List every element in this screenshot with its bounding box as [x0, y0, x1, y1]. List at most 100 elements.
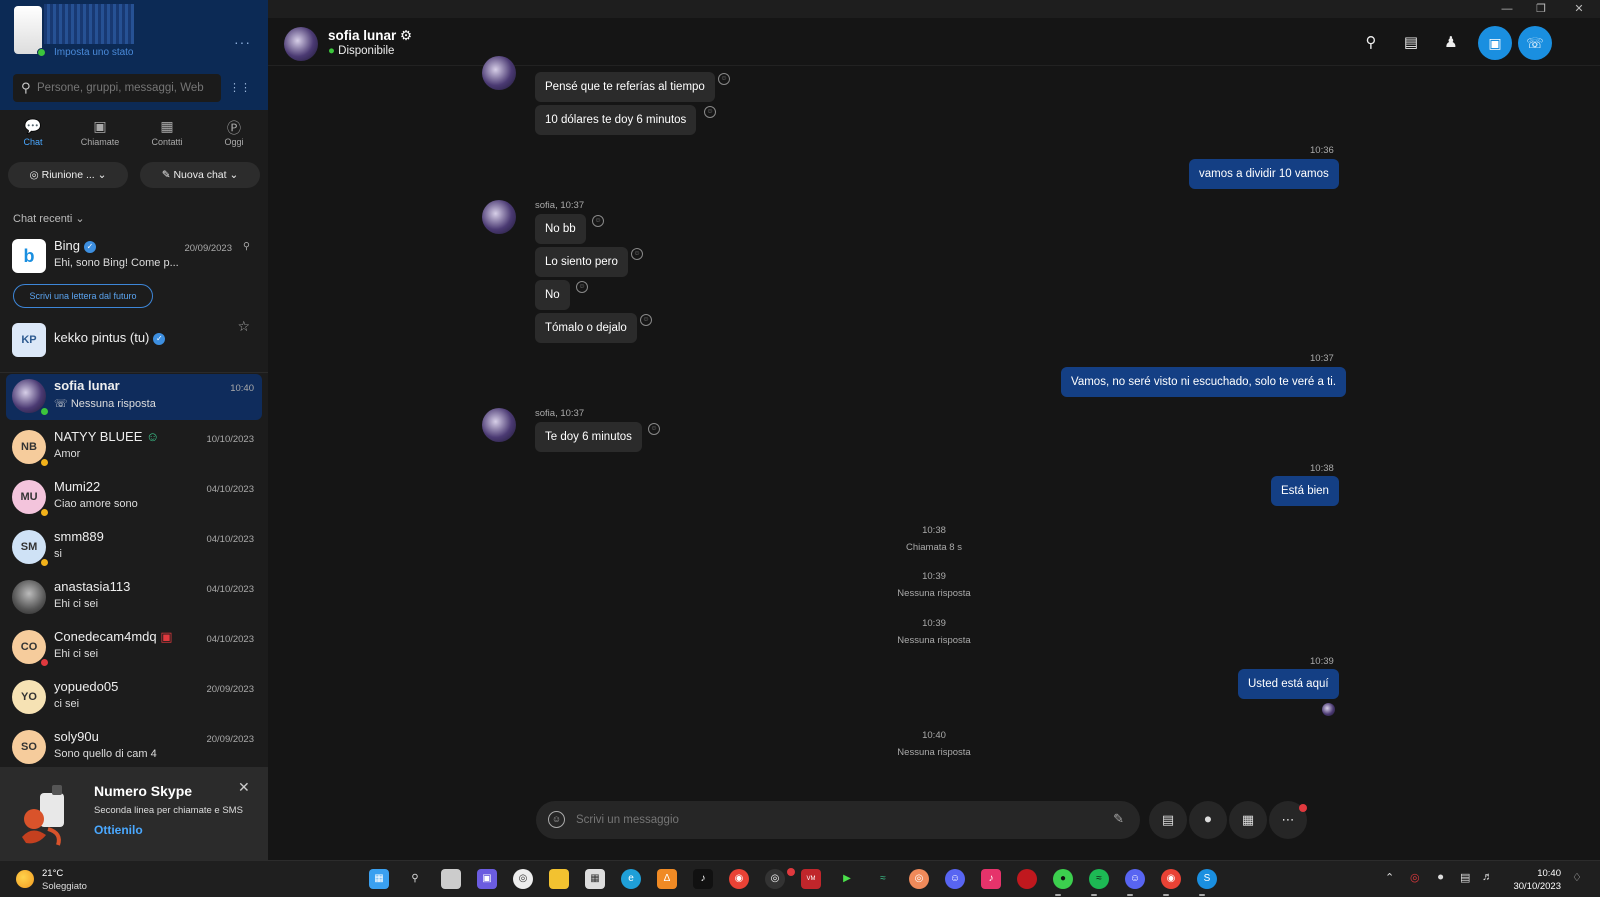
teams-icon[interactable]: ▣ — [477, 869, 497, 889]
contact-card-button[interactable]: ▦ — [1229, 801, 1267, 839]
chat-item-kekko[interactable]: KP kekko pintus (tu) ✓ ☆ — [6, 318, 262, 364]
message-composer[interactable]: ☺ ✎ — [536, 801, 1140, 839]
message-bubble-outgoing[interactable]: Vamos, no seré visto ni escuchado, solo … — [1061, 367, 1347, 397]
chrome-icon-2[interactable]: ◉ — [1161, 869, 1181, 889]
message-bubble[interactable]: No — [535, 280, 570, 310]
future-letter-button[interactable]: Scrivi una lettera dal futuro — [13, 284, 153, 308]
voice-message-button[interactable]: ⚫ — [1189, 801, 1227, 839]
reaction-icon[interactable]: ☺ — [704, 106, 716, 118]
sender-avatar[interactable] — [482, 408, 516, 442]
reaction-icon[interactable]: ☺ — [718, 73, 730, 85]
sender-avatar[interactable] — [482, 200, 516, 234]
chevron-up-icon[interactable]: ⌃ — [1385, 871, 1394, 884]
message-bubble-outgoing[interactable]: vamos a dividir 10 vamos — [1189, 159, 1339, 189]
chat-item-smm889[interactable]: SM smm889 si 04/10/2023 — [6, 525, 262, 571]
message-bubble[interactable]: No bb — [535, 214, 586, 244]
close-icon[interactable]: ✕ — [238, 779, 250, 796]
message-bubble-outgoing[interactable]: Está bien — [1271, 476, 1339, 506]
reaction-icon[interactable]: ☺ — [640, 314, 652, 326]
play-app-icon[interactable]: ▶ — [837, 869, 857, 889]
maximize-button[interactable]: ❐ — [1522, 0, 1560, 18]
chat-item-soly90u[interactable]: SO soly90u Sono quello di cam 4 20/09/20… — [6, 725, 262, 767]
add-people-icon[interactable]: ♟ — [1438, 30, 1464, 56]
clock-time[interactable]: 10:40 — [1511, 868, 1561, 879]
my-avatar[interactable] — [14, 6, 42, 54]
skype-icon[interactable]: S — [1197, 869, 1217, 889]
attach-file-button[interactable]: ▤ — [1149, 801, 1187, 839]
sketch-icon[interactable]: ✎ — [1113, 811, 1124, 827]
video-call-button[interactable]: ▣ — [1478, 26, 1512, 60]
discord-icon[interactable]: ☺ — [945, 869, 965, 889]
clock-date[interactable]: 30/10/2023 — [1505, 881, 1561, 892]
more-options-button[interactable]: ··· — [234, 34, 251, 50]
chat-item-bing[interactable]: b Bing ✓ Ehi, sono Bing! Come p... 20/09/… — [6, 234, 262, 280]
dialpad-icon[interactable]: ⋮⋮ — [228, 76, 252, 100]
tiktok-icon[interactable]: ♪ — [693, 869, 713, 889]
weather-sun-icon[interactable] — [16, 870, 34, 888]
star-icon[interactable]: ☆ — [237, 318, 250, 335]
gear-icon[interactable]: ⚙ — [400, 28, 412, 43]
audio-call-button[interactable]: ☏ — [1518, 26, 1552, 60]
microphone-icon[interactable]: ⚫ — [1436, 871, 1445, 884]
search-icon[interactable]: ⚲ — [1358, 30, 1384, 56]
tab-today[interactable]: Ⓟ Oggi — [204, 118, 264, 147]
set-status-link[interactable]: Imposta uno stato — [54, 47, 134, 58]
search-box[interactable]: ⚲ — [13, 74, 221, 102]
contact-name[interactable]: sofia lunar ⚙ — [328, 28, 412, 44]
close-window-button[interactable]: ✕ — [1560, 0, 1598, 18]
wave-app-icon[interactable]: ≈ — [873, 869, 893, 889]
chat-item-natyy[interactable]: NB NATYY BLUEE ☺ Amor 10/10/2023 — [6, 425, 262, 471]
green-app-icon[interactable]: ● — [1053, 869, 1073, 889]
chat-item-conedecam4mdq[interactable]: CO Conedecam4mdq ▣ Ehi ci sei 04/10/2023 — [6, 625, 262, 671]
reaction-icon[interactable]: ☺ — [576, 281, 588, 293]
message-bubble[interactable]: Pensé que te referías al tiempo — [535, 72, 715, 102]
camera-app-icon[interactable]: ◎ — [513, 869, 533, 889]
recent-chats-label[interactable]: Chat recenti ⌄ — [13, 212, 85, 225]
spiral-app-icon[interactable]: ◎ — [909, 869, 929, 889]
emoji-icon[interactable]: ☺ — [548, 811, 565, 828]
minimize-button[interactable]: — — [1488, 0, 1526, 18]
chat-item-sofia[interactable]: sofia lunar ☏ Nessuna risposta 10:40 — [6, 374, 262, 420]
reaction-icon[interactable]: ☺ — [648, 423, 660, 435]
task-view-icon[interactable] — [441, 869, 461, 889]
tab-calls[interactable]: ▣ Chiamate — [70, 118, 130, 147]
gallery-icon[interactable]: ▤ — [1398, 30, 1424, 56]
contact-avatar[interactable] — [284, 27, 318, 61]
sender-avatar[interactable] — [482, 56, 516, 90]
discord-icon-2[interactable]: ☺ — [1125, 869, 1145, 889]
message-bubble[interactable]: Tómalo o dejalo — [535, 313, 637, 343]
message-bubble[interactable]: Te doy 6 minutos — [535, 422, 642, 452]
new-chat-button[interactable]: ✎ Nuova chat ⌄ — [140, 162, 260, 188]
edge-icon[interactable]: e — [621, 869, 641, 889]
search-icon[interactable]: ⚲ — [405, 869, 425, 889]
search-input[interactable] — [37, 79, 217, 97]
tab-chat[interactable]: 💬 Chat — [3, 118, 63, 147]
volume-icon[interactable]: ♬ — [1482, 871, 1493, 883]
spotify-icon[interactable]: ≈ — [1089, 869, 1109, 889]
chrome-icon[interactable]: ◉ — [729, 869, 749, 889]
message-input[interactable] — [576, 811, 1076, 829]
tiktok-live-icon[interactable]: ♪ — [981, 869, 1001, 889]
meeting-button[interactable]: ◎ Riunione ... ⌄ — [8, 162, 128, 188]
obs-icon[interactable]: ◎ — [765, 869, 785, 889]
app-icon-a[interactable]: Δ — [657, 869, 677, 889]
message-bubble[interactable]: Lo siento pero — [535, 247, 628, 277]
store-icon[interactable]: ▦ — [585, 869, 605, 889]
red-app-icon[interactable] — [1017, 869, 1037, 889]
message-bubble-outgoing[interactable]: Usted está aquí — [1238, 669, 1339, 699]
chat-item-mumi22[interactable]: MU Mumi22 Ciao amore sono 04/10/2023 — [6, 475, 262, 521]
message-bubble[interactable]: 10 dólares te doy 6 minutos — [535, 105, 697, 135]
reaction-icon[interactable]: ☺ — [592, 215, 604, 227]
network-icon[interactable]: ▤ — [1460, 871, 1470, 884]
notification-bell-icon[interactable]: ♢ — [1572, 871, 1582, 884]
tab-contacts[interactable]: ▦ Contatti — [137, 118, 197, 147]
windows-start-icon[interactable]: ▦ — [369, 869, 389, 889]
chat-item-anastasia113[interactable]: anastasia113 Ehi ci sei 04/10/2023 — [6, 575, 262, 621]
chat-item-yopuedo05[interactable]: YO yopuedo05 ci sei 20/09/2023 — [6, 675, 262, 721]
voicemeeter-icon[interactable]: VM — [801, 869, 821, 889]
tray-app-icon[interactable]: ◎ — [1410, 871, 1420, 884]
get-it-link[interactable]: Ottienilo — [94, 823, 143, 837]
file-explorer-icon[interactable] — [549, 869, 569, 889]
reaction-icon[interactable]: ☺ — [631, 248, 643, 260]
pin-icon[interactable]: ⚲ — [243, 241, 250, 252]
